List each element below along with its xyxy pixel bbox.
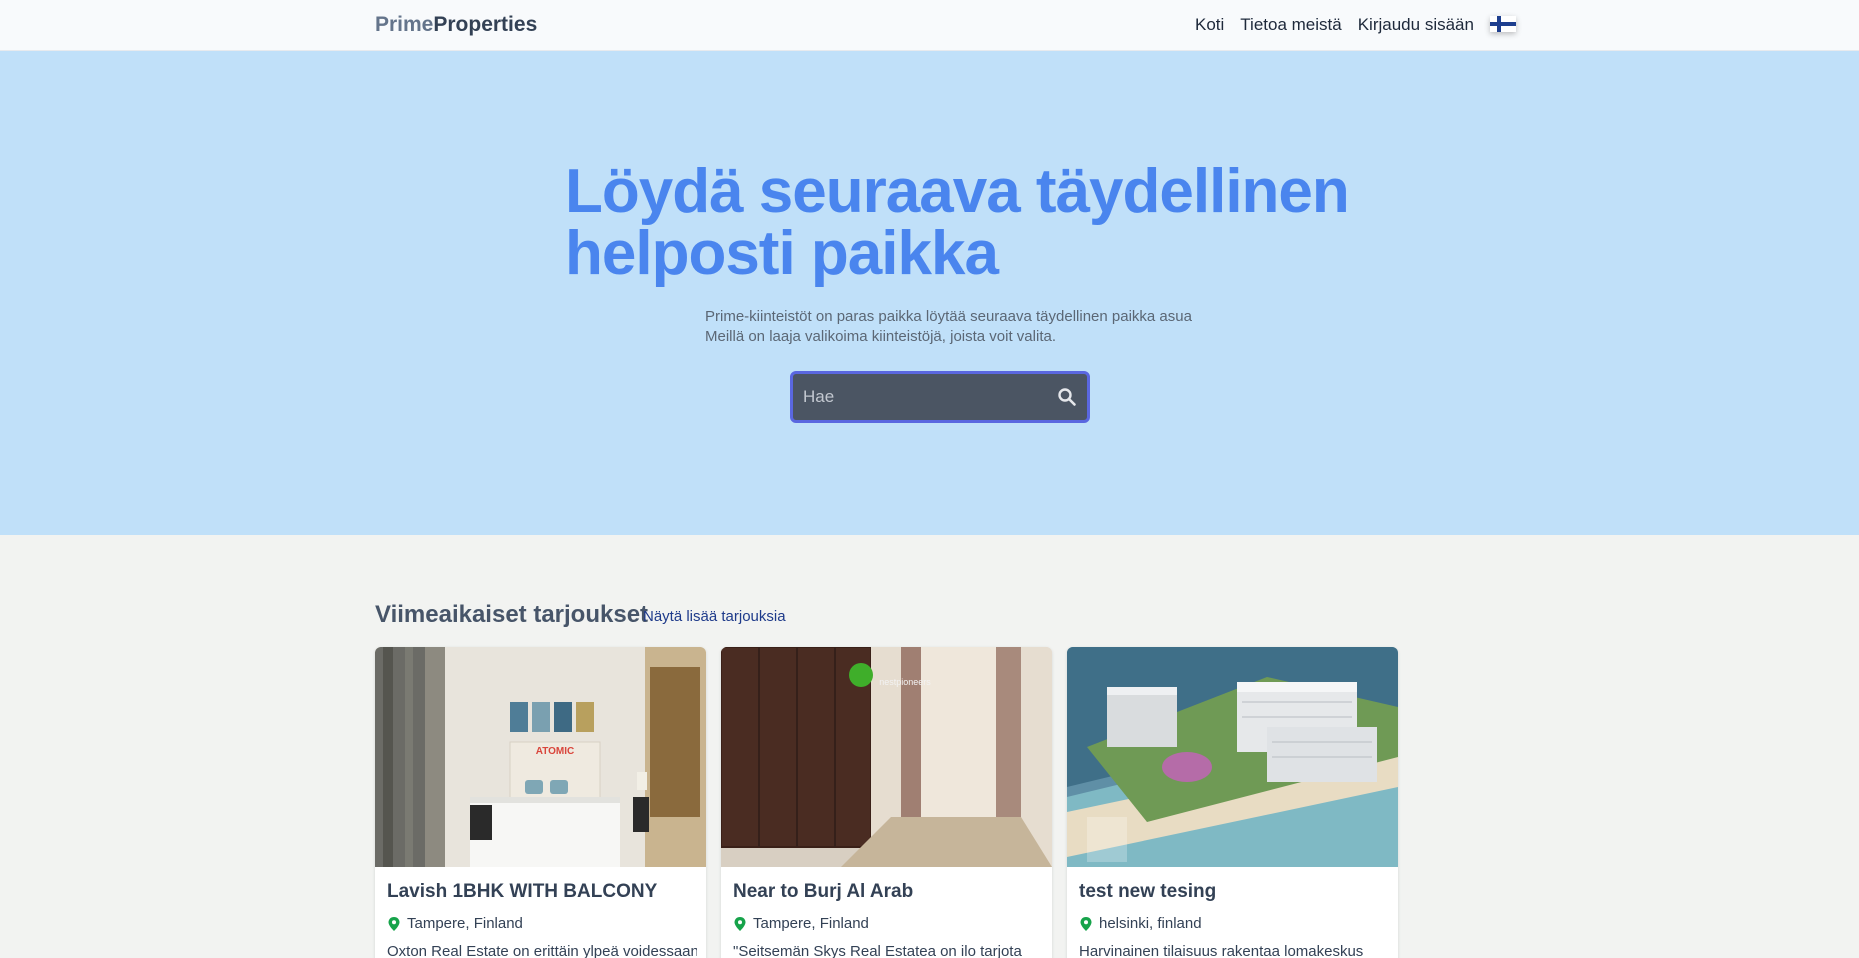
listing-title: test new tesing — [1079, 881, 1217, 902]
listing-image: nestpioneers — [721, 647, 1052, 867]
listing-title: Lavish 1BHK WITH BALCONY — [387, 881, 658, 902]
listing-description: Harvinainen tilaisuus rakentaa lomakesku… — [1079, 943, 1364, 958]
listing-image-logo-text: nestpioneers — [879, 677, 931, 687]
location-pin-icon — [388, 917, 400, 931]
logo-prime-text: Prime — [375, 13, 434, 36]
listing-card[interactable]: ATOMIC Lavish 1BHK WITH BALCONY Tampere,… — [375, 647, 706, 958]
finland-flag-icon[interactable] — [1489, 16, 1516, 32]
listing-image — [1067, 647, 1398, 867]
search-box — [790, 371, 1090, 423]
logo-properties-text: Properties — [433, 13, 538, 36]
hero-title: Löydä seuraava täydellinen helposti paik… — [565, 157, 1350, 288]
hero-subtitle-line-2: Meillä on laaja valikoima kiinteistöjä, … — [705, 328, 1056, 345]
search-icon[interactable] — [1057, 387, 1077, 407]
location-pin-icon — [1080, 917, 1092, 931]
listing-description: "Seitsemän Skys Real Estatea on ilo tarj… — [733, 943, 1022, 958]
listing-location: helsinki, finland — [1079, 915, 1202, 933]
listing-location-text: helsinki, finland — [1099, 915, 1202, 932]
search-input[interactable] — [803, 374, 1043, 420]
hero-section: Löydä seuraava täydellinen helposti paik… — [0, 51, 1859, 535]
hero-subtitle-line-1: Prime-kiinteistöt on paras paikka löytää… — [705, 308, 1192, 325]
nav-home-link[interactable]: Koti — [1195, 14, 1224, 36]
nav-login-link[interactable]: Kirjaudu sisään — [1358, 14, 1474, 36]
main-nav: Koti Tietoa meistä Kirjaudu sisään — [1195, 14, 1516, 36]
listing-location-text: Tampere, Finland — [753, 915, 869, 932]
recent-offers-title: Viimeaikaiset tarjoukset — [375, 601, 649, 628]
listing-card[interactable]: test new tesing helsinki, finland Harvin… — [1067, 647, 1398, 958]
nav-about-link[interactable]: Tietoa meistä — [1240, 14, 1341, 36]
hero-subtitle: Prime-kiinteistöt on paras paikka löytää… — [705, 307, 1192, 347]
listing-location: Tampere, Finland — [733, 915, 869, 933]
location-pin-icon — [734, 917, 746, 931]
show-more-offers-link[interactable]: Näytä lisää tarjouksia — [643, 607, 786, 627]
listing-location: Tampere, Finland — [387, 915, 523, 933]
site-logo[interactable]: PrimeProperties — [375, 12, 537, 38]
listing-card[interactable]: nestpioneers Near to Burj Al Arab Tamper… — [721, 647, 1052, 958]
listing-title: Near to Burj Al Arab — [733, 881, 914, 902]
listing-location-text: Tampere, Finland — [407, 915, 523, 932]
listing-image: ATOMIC — [375, 647, 706, 867]
listing-image-logo-text: ATOMIC — [536, 746, 575, 757]
site-header: PrimeProperties Koti Tietoa meistä Kirja… — [0, 0, 1859, 51]
listing-description: Oxton Real Estate on erittäin ylpeä void… — [387, 943, 697, 958]
